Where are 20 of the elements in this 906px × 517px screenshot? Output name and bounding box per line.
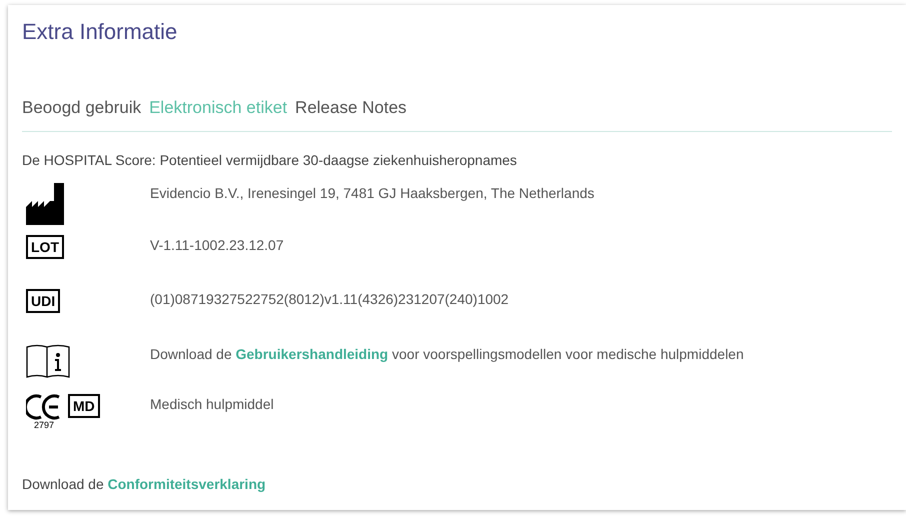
manual-info-icon [26,344,70,378]
udi-symbol: UDI [26,288,60,312]
model-name: De HOSPITAL Score: Potentieel vermijdbare 30-daagse ziekenhuisheropnames [22,150,518,170]
medical-device-symbol: MD [68,394,100,418]
tab[interactable]: Release Notes [295,95,407,120]
tab[interactable]: Elektronisch etiket [149,95,288,120]
conformity-link[interactable]: Conformiteitsverklaring [108,476,266,492]
label-text: Evidencio B.V., Irenesingel 19, 7481 GJ Haaksbergen, The Netherlands [150,184,594,203]
label-text: Medisch hulpmiddel [150,394,274,414]
lot-symbol: LOT [26,234,64,258]
label-text: V-1.11-1002.23.12.07 [150,236,284,254]
manual-download-text: Download de Gebruikershandleiding voor voorspellingsmodellen voor medische hulpmiddelen [150,344,744,364]
label-text: (01)08719327522752(8012)v1.11(4326)231207(240)1002 [150,290,509,309]
factory-icon [26,182,64,224]
card-title: Extra Informatie [22,19,178,45]
tab[interactable]: Beoogd gebruik [22,95,142,120]
conformity-download-text: Download de Conformiteitsverklaring [22,474,267,494]
ce-mark-icon [26,394,62,420]
manual-link[interactable]: Gebruikershandleiding [236,346,388,362]
notified-body-number: 2797 [34,420,54,430]
